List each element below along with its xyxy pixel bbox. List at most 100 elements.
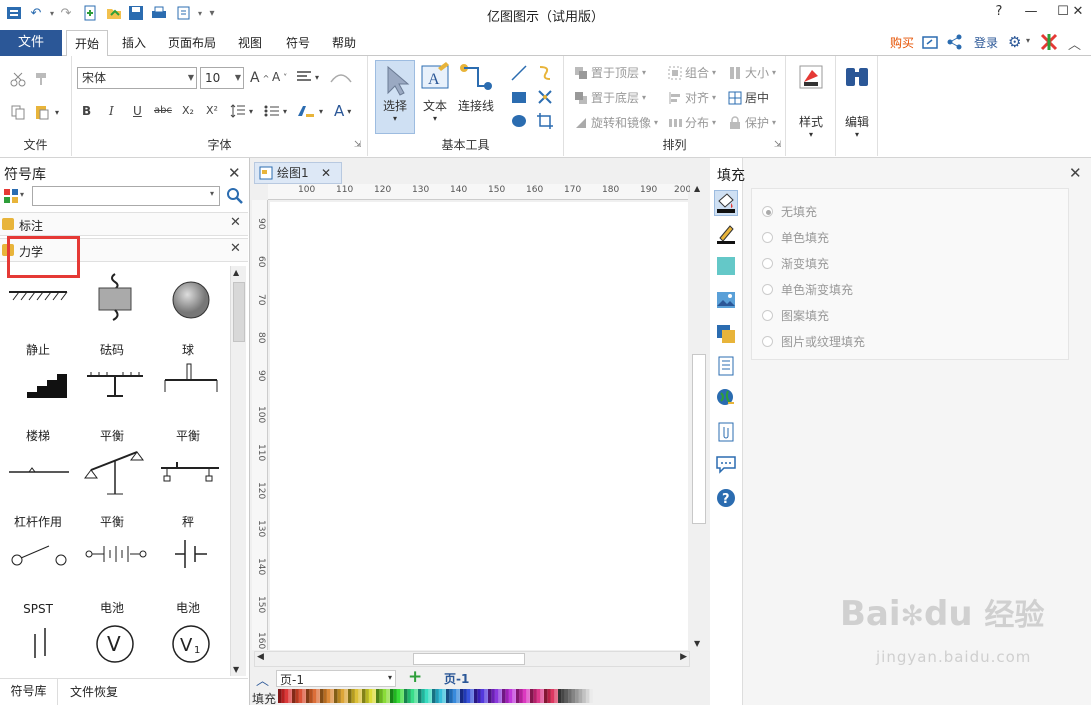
login-button[interactable]: 登录 xyxy=(968,30,1004,56)
color-swatch[interactable] xyxy=(586,689,590,703)
format-painter-icon[interactable] xyxy=(34,71,50,87)
color-swatch[interactable] xyxy=(561,689,565,703)
color-swatch[interactable] xyxy=(292,689,296,703)
scroll-up-icon[interactable]: ▲ xyxy=(233,268,239,277)
close-tab-icon[interactable]: ✕ xyxy=(321,163,331,183)
color-swatch[interactable] xyxy=(435,689,439,703)
color-swatch[interactable] xyxy=(530,689,534,703)
color-swatch[interactable] xyxy=(285,689,289,703)
symbol-battery-1[interactable]: 电池 xyxy=(74,530,150,616)
color-swatch[interactable] xyxy=(516,689,520,703)
color-swatch[interactable] xyxy=(313,689,317,703)
color-swatch[interactable] xyxy=(386,689,390,703)
color-swatch[interactable] xyxy=(537,689,541,703)
symbol-ball[interactable]: 球 xyxy=(150,272,226,358)
symbol-lever[interactable]: 杠杆作用 xyxy=(0,444,76,530)
color-swatch[interactable] xyxy=(407,689,411,703)
color-swatch[interactable] xyxy=(418,689,422,703)
symbol-search-input[interactable] xyxy=(32,186,220,206)
connector-tool-button[interactable]: 连接线 xyxy=(454,60,498,134)
app-brand-icon[interactable] xyxy=(1040,33,1058,54)
symbol-balance-2[interactable]: 平衡 xyxy=(150,358,226,444)
tab-page-layout[interactable]: 页面布局 xyxy=(162,30,222,56)
color-swatch[interactable] xyxy=(495,689,499,703)
buy-button[interactable]: 购买 xyxy=(884,30,920,56)
color-swatch[interactable] xyxy=(502,689,506,703)
color-swatch[interactable] xyxy=(449,689,453,703)
color-swatch[interactable] xyxy=(439,689,443,703)
color-swatch[interactable] xyxy=(582,689,586,703)
close-library-icon[interactable]: ✕ xyxy=(230,241,241,256)
color-swatch[interactable] xyxy=(579,689,583,703)
tab-help[interactable]: 帮助 xyxy=(324,30,364,56)
color-swatch[interactable] xyxy=(467,689,471,703)
color-swatch[interactable] xyxy=(390,689,394,703)
edit-button[interactable]: 编辑 ▾ xyxy=(838,62,876,142)
close-library-icon[interactable]: ✕ xyxy=(230,215,241,230)
align-button[interactable]: 对齐 ▾ xyxy=(668,89,716,106)
vertical-scrollbar[interactable]: ▲ ▼ xyxy=(690,184,708,650)
color-swatch[interactable] xyxy=(344,689,348,703)
symbol-stairs[interactable]: 楼梯 xyxy=(0,358,76,444)
ellipse-tool-icon[interactable] xyxy=(510,112,528,130)
scroll-thumb[interactable] xyxy=(233,282,245,342)
text-curve-icon[interactable] xyxy=(330,70,352,84)
shadow-panel-button[interactable] xyxy=(716,256,736,276)
tab-file[interactable]: 文件 xyxy=(0,30,62,56)
collapse-ribbon-icon[interactable]: ︿ xyxy=(1068,34,1081,53)
attachment-panel-button[interactable] xyxy=(716,422,736,442)
color-swatch[interactable] xyxy=(554,689,558,703)
color-swatch[interactable] xyxy=(565,689,569,703)
color-swatch[interactable] xyxy=(575,689,579,703)
document-tab[interactable]: 绘图1 ✕ xyxy=(254,162,342,184)
fill-option-gradient[interactable]: 渐变填充 xyxy=(762,255,829,272)
fill-option-pattern[interactable]: 图案填充 xyxy=(762,307,829,324)
color-swatch[interactable] xyxy=(348,689,352,703)
highlight-icon[interactable]: ▾ xyxy=(296,104,323,118)
help-icon[interactable]: ? xyxy=(984,2,1014,22)
bring-front-button[interactable]: 置于顶层 ▾ xyxy=(574,64,646,81)
hyperlink-panel-button[interactable] xyxy=(716,388,736,408)
group-button[interactable]: 组合 ▾ xyxy=(668,64,716,81)
color-swatch[interactable] xyxy=(351,689,355,703)
tab-view[interactable]: 视图 xyxy=(230,30,270,56)
color-swatch[interactable] xyxy=(498,689,502,703)
line-spacing-icon[interactable]: ▾ xyxy=(230,104,253,118)
text-tool-button[interactable]: A 文本 ▾ xyxy=(418,60,452,134)
color-swatch[interactable] xyxy=(442,689,446,703)
horizontal-scrollbar[interactable]: ◀ ▶ xyxy=(254,651,690,667)
page-select[interactable]: 页-1 ▾ xyxy=(276,670,396,687)
color-swatch[interactable] xyxy=(512,689,516,703)
color-swatch[interactable] xyxy=(404,689,408,703)
font-size-select[interactable]: 10 ▼ xyxy=(200,67,244,89)
fill-option-mono-gradient[interactable]: 单色渐变填充 xyxy=(762,281,853,298)
symbol-weight[interactable]: 砝码 xyxy=(74,272,150,358)
color-swatch[interactable] xyxy=(309,689,313,703)
color-swatch[interactable] xyxy=(488,689,492,703)
tab-home[interactable]: 开始 xyxy=(66,30,108,57)
color-swatch[interactable] xyxy=(474,689,478,703)
color-swatch[interactable] xyxy=(425,689,429,703)
page-tab[interactable]: 页-1 xyxy=(444,670,469,687)
fill-panel-button[interactable] xyxy=(714,190,738,216)
shrink-font-icon[interactable]: A ˅ xyxy=(272,70,287,84)
color-swatch[interactable] xyxy=(491,689,495,703)
search-icon[interactable] xyxy=(226,187,244,208)
bold-button[interactable]: B xyxy=(82,104,91,118)
send-back-button[interactable]: 置于底层 ▾ xyxy=(574,89,646,106)
drawing-page[interactable] xyxy=(270,202,688,650)
font-color-icon[interactable]: A ▾ xyxy=(334,102,351,120)
color-swatch[interactable] xyxy=(369,689,373,703)
color-swatch[interactable] xyxy=(432,689,436,703)
size-button[interactable]: 大小 ▾ xyxy=(728,64,776,81)
symbol-balance-3[interactable]: 平衡 xyxy=(74,444,150,530)
color-swatch[interactable] xyxy=(358,689,362,703)
underline-button[interactable]: U xyxy=(133,104,142,118)
color-swatch[interactable] xyxy=(295,689,299,703)
color-swatch[interactable] xyxy=(383,689,387,703)
color-swatch[interactable] xyxy=(572,689,576,703)
color-swatch[interactable] xyxy=(393,689,397,703)
color-swatch[interactable] xyxy=(327,689,331,703)
share-window-icon[interactable] xyxy=(922,34,938,53)
symbol-balance-1[interactable]: 平衡 xyxy=(74,358,150,444)
